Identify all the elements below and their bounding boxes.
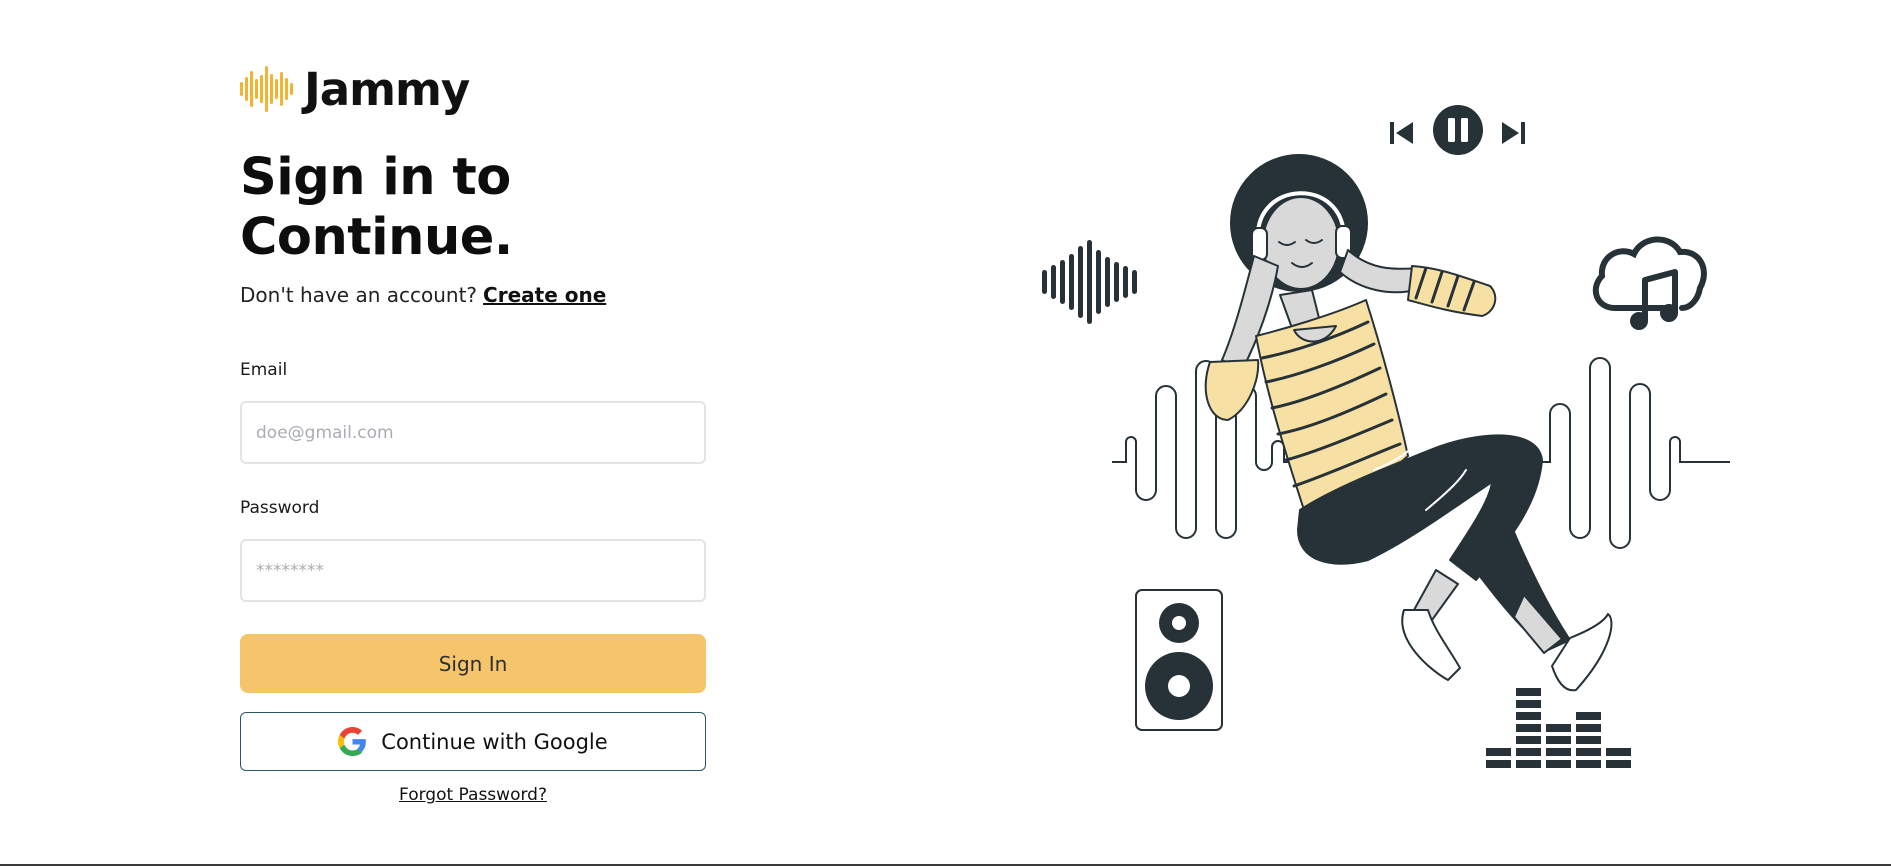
title-line-1: Sign in to xyxy=(240,148,511,207)
password-label: Password xyxy=(240,498,320,518)
speaker-icon xyxy=(1135,589,1223,731)
create-account-link[interactable]: Create one xyxy=(483,283,606,307)
email-label: Email xyxy=(240,360,288,380)
music-illustration xyxy=(1042,105,1730,768)
logo: Jammy xyxy=(240,62,470,116)
google-sign-in-button[interactable]: Continue with Google xyxy=(240,712,706,771)
forgot-password-link[interactable]: Forgot Password? xyxy=(399,785,547,805)
logo-soundwave-icon xyxy=(240,66,293,112)
pause-icon xyxy=(1433,105,1483,155)
next-icon xyxy=(1502,122,1525,144)
cloud-music-icon xyxy=(1592,236,1707,330)
sign-in-button[interactable]: Sign In xyxy=(240,634,706,693)
soundwave-icon xyxy=(1042,240,1137,324)
password-input[interactable] xyxy=(240,539,706,602)
forgot-password-wrapper: Forgot Password? xyxy=(240,785,706,805)
signup-prompt: Don't have an account? Create one xyxy=(240,283,606,307)
previous-icon xyxy=(1390,122,1413,144)
title-line-2: Continue. xyxy=(240,208,513,267)
brand-name: Jammy xyxy=(304,62,470,116)
google-icon xyxy=(338,727,367,756)
google-button-label: Continue with Google xyxy=(381,729,608,754)
signup-text: Don't have an account? xyxy=(240,283,478,307)
equalizer-icon xyxy=(1486,688,1631,768)
email-input[interactable] xyxy=(240,401,706,464)
page-title: Sign in to Continue. xyxy=(240,148,513,268)
